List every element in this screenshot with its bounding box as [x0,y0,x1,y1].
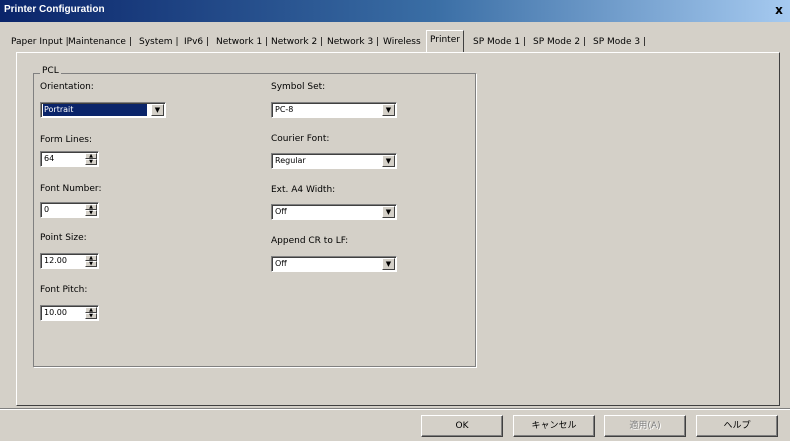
courier-font-label: Courier Font: [271,134,330,144]
ext-a4-width-value: Off [275,207,287,216]
append-cr-to-lf-select[interactable]: Off ▼ [271,256,397,272]
font-number-value: 0 [44,205,50,214]
button-bar-divider [0,408,790,410]
symbol-set-select[interactable]: PC-8 ▼ [271,102,397,118]
ok-button[interactable]: OK [421,415,503,437]
font-number-stepper[interactable]: 0 ▲ ▼ [40,202,99,218]
font-pitch-spin: ▲ ▼ [85,307,97,319]
point-size-spin: ▲ ▼ [85,255,97,267]
symbol-set-value: PC-8 [275,105,294,114]
pcl-group-title: PCL [40,66,61,76]
tab-paper-input[interactable]: Paper Input [9,33,68,51]
orientation-label: Orientation: [40,82,94,92]
ext-a4-width-select[interactable]: Off ▼ [271,204,397,220]
chevron-down-icon[interactable]: ▼ [382,104,395,116]
font-pitch-label: Font Pitch: [40,285,88,295]
append-cr-to-lf-value: Off [275,259,287,268]
tab-wireless[interactable]: Wireless [381,33,423,51]
spin-down-icon[interactable]: ▼ [85,261,97,267]
ext-a4-width-label: Ext. A4 Width: [271,185,336,195]
chevron-down-icon[interactable]: ▼ [382,206,395,218]
form-lines-stepper[interactable]: 64 ▲ ▼ [40,151,99,167]
symbol-set-label: Symbol Set: [271,82,326,92]
tab-maintenance[interactable]: Maintenance [66,33,132,51]
tab-ipv6[interactable]: IPv6 [182,33,209,51]
tab-network-3[interactable]: Network 3 [325,33,379,51]
tab-sp-mode-1[interactable]: SP Mode 1 [471,33,526,51]
font-pitch-stepper[interactable]: 10.00 ▲ ▼ [40,305,99,321]
chevron-down-icon[interactable]: ▼ [151,104,164,116]
courier-font-select[interactable]: Regular ▼ [271,153,397,169]
spin-down-icon[interactable]: ▼ [85,159,97,165]
tab-network-2[interactable]: Network 2 [269,33,323,51]
help-button[interactable]: ヘルプ [696,415,778,437]
spin-down-icon[interactable]: ▼ [85,313,97,319]
orientation-value: Portrait [43,104,147,116]
font-number-label: Font Number: [40,184,102,194]
point-size-stepper[interactable]: 12.00 ▲ ▼ [40,253,99,269]
form-lines-value: 64 [44,154,55,163]
append-cr-to-lf-label: Append CR to LF: [271,236,349,246]
font-number-spin: ▲ ▼ [85,204,97,216]
courier-font-value: Regular [275,156,306,165]
close-button[interactable]: x [772,3,786,17]
font-pitch-value: 10.00 [44,308,67,317]
spin-down-icon[interactable]: ▼ [85,210,97,216]
chevron-down-icon[interactable]: ▼ [382,258,395,270]
tab-network-1[interactable]: Network 1 [214,33,268,51]
point-size-label: Point Size: [40,233,87,243]
tab-printer[interactable]: Printer [426,30,464,52]
tab-sp-mode-3[interactable]: SP Mode 3 [591,33,646,51]
chevron-down-icon[interactable]: ▼ [382,155,395,167]
cancel-button[interactable]: キャンセル [513,415,595,437]
window-title: Printer Configuration [4,4,105,15]
form-lines-spin: ▲ ▼ [85,153,97,165]
point-size-value: 12.00 [44,256,67,265]
tab-system[interactable]: System [137,33,178,51]
apply-button: 適用(A) [604,415,686,437]
form-lines-label: Form Lines: [40,135,93,145]
tab-sp-mode-2[interactable]: SP Mode 2 [531,33,586,51]
title-bar: Printer Configuration [0,0,790,22]
orientation-select[interactable]: Portrait ▼ [40,102,166,118]
